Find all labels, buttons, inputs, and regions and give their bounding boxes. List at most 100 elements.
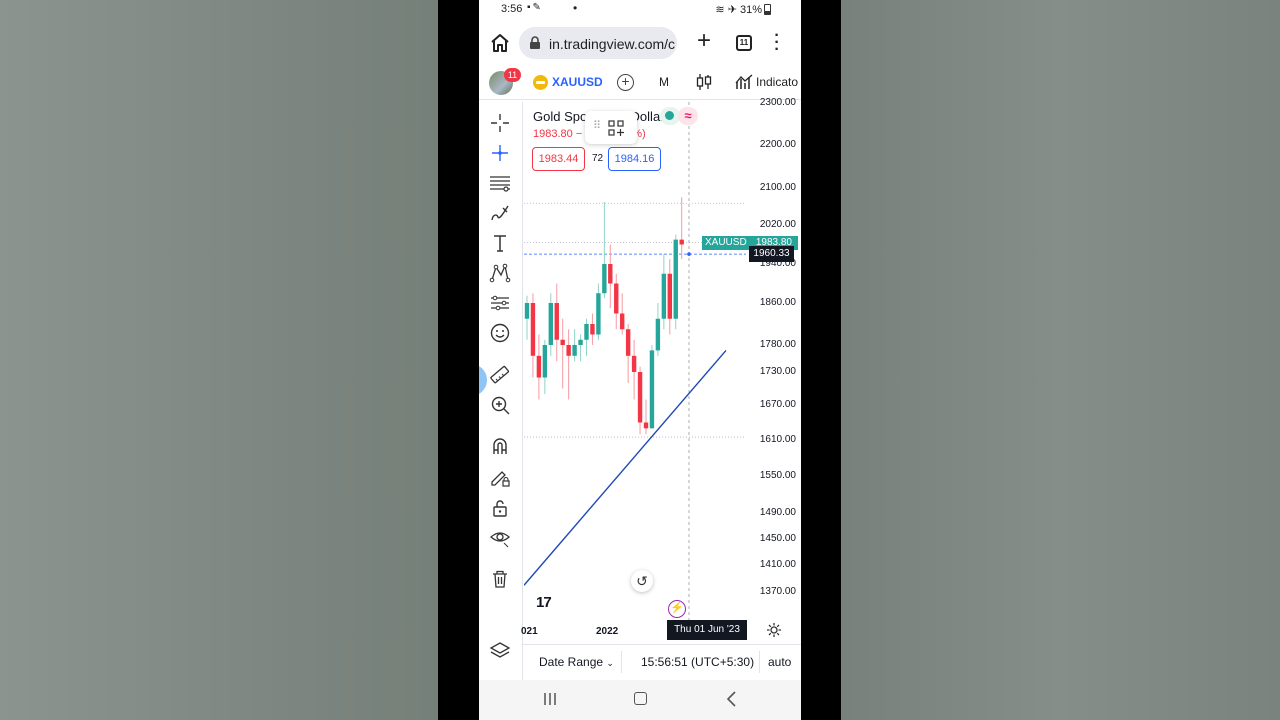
lock-drawings-tool[interactable]: [489, 497, 511, 519]
status-right: ≋ ✈ 31%: [715, 3, 771, 16]
candles-chart-type-icon[interactable]: [696, 73, 712, 91]
lightning-icon[interactable]: ⚡: [668, 600, 686, 618]
layers-icon: [489, 642, 511, 658]
crosshair-icon: [491, 114, 509, 132]
home-nav-button[interactable]: [634, 692, 647, 705]
back-button[interactable]: [725, 691, 739, 707]
add-widget-icon[interactable]: [607, 119, 625, 137]
tab-switcher-button[interactable]: 11: [736, 35, 752, 51]
status-bar: 3:56 ▪✎ • ≋ ✈ 31%: [479, 0, 801, 20]
sell-button[interactable]: 1983.44: [532, 147, 585, 171]
reset-icon: ↺: [636, 573, 648, 589]
compare-symbol-button[interactable]: +: [617, 74, 634, 91]
browser-menu-button[interactable]: · · ·: [769, 28, 785, 58]
bottom-toolbar: Date Range ⌄ 15:56:51 (UTC+5:30) auto: [523, 644, 801, 678]
hide-drawings-tool[interactable]: [489, 526, 511, 548]
reset-chart-button[interactable]: ↺: [631, 570, 653, 592]
price-axis-label: 1410.00: [759, 559, 796, 570]
trend-line: [524, 349, 727, 586]
indicators-icon[interactable]: [735, 73, 753, 91]
divider: [621, 651, 622, 673]
buy-button[interactable]: 1984.16: [608, 147, 661, 171]
wifi-icon: ≋: [715, 4, 725, 16]
browser-toolbar: in.tradingview.com/c + 11 · · ·: [479, 22, 801, 66]
letterbox-left: [438, 0, 479, 720]
candle-body: [524, 303, 530, 319]
smiley-icon: [490, 323, 510, 343]
prediction-tools[interactable]: [489, 292, 511, 314]
gear-icon[interactable]: [766, 622, 782, 638]
magnet-tool[interactable]: [489, 435, 511, 457]
new-tab-button[interactable]: +: [693, 29, 715, 53]
auto-scale-button[interactable]: auto: [768, 655, 791, 669]
address-bar[interactable]: in.tradingview.com/c: [519, 27, 677, 59]
zoom-tool[interactable]: [489, 394, 511, 416]
candle-body: [679, 239, 684, 245]
brush-tools[interactable]: [489, 202, 511, 224]
measure-tool[interactable]: [489, 364, 511, 386]
tradingview-logo[interactable]: 17: [536, 594, 552, 611]
candle-body: [590, 324, 595, 335]
crosshair-active-icon: [492, 145, 508, 161]
pencil-lock-icon: [491, 471, 510, 487]
indicators-button[interactable]: Indicato: [756, 75, 798, 89]
market-open-icon[interactable]: [660, 107, 680, 125]
horizontal-lines-icon: [490, 176, 510, 192]
trend-line-tools[interactable]: [489, 172, 511, 194]
candle-body: [655, 318, 661, 351]
android-nav-bar: [479, 680, 801, 720]
candle-body: [554, 303, 559, 340]
time-axis-label: 021: [521, 626, 538, 637]
plus-circle-icon: +: [621, 73, 630, 89]
candle-body: [614, 283, 619, 314]
toolbar-collapse-handle[interactable]: [479, 364, 487, 396]
recent-apps-button[interactable]: [543, 692, 557, 706]
trash-icon: [493, 570, 507, 588]
date-range-button[interactable]: Date Range ⌄: [539, 655, 614, 669]
candle-body: [667, 273, 672, 319]
object-tree-tool[interactable]: [489, 640, 511, 662]
pattern-icon: [489, 263, 511, 283]
candle-body: [584, 324, 589, 340]
price-axis-label: 1860.00: [759, 297, 796, 308]
pattern-tools[interactable]: [489, 262, 511, 284]
gold-symbol-icon: [533, 75, 548, 90]
lock-icon: [530, 36, 540, 49]
home-button[interactable]: [489, 32, 511, 54]
drag-handle-icon[interactable]: ⠿: [593, 119, 601, 132]
price-axis-label: 1670.00: [759, 399, 796, 410]
dot-cursor-tool[interactable]: [489, 142, 511, 164]
interval-button[interactable]: M: [659, 75, 669, 89]
crosshair-point: [687, 252, 691, 256]
symbol-search-button[interactable]: XAUUSD: [552, 75, 603, 89]
candle-body: [637, 372, 643, 423]
video-background-left: [0, 0, 438, 720]
candle-body: [625, 329, 631, 356]
floating-chart-menu[interactable]: ⠿: [585, 111, 637, 144]
emoji-tool[interactable]: [489, 322, 511, 344]
candle-body: [578, 339, 583, 345]
cross-cursor-tool[interactable]: [489, 112, 511, 134]
stay-drawing-tool[interactable]: [489, 466, 511, 488]
crosshair-price-tag: 1960.33: [749, 246, 794, 262]
timezone-button[interactable]: 15:56:51 (UTC+5:30): [641, 655, 754, 669]
letterbox-right: [801, 0, 841, 720]
data-delay-icon[interactable]: ≈: [678, 107, 698, 125]
candle-body: [566, 345, 571, 356]
eye-icon: [490, 532, 510, 548]
chart-pane[interactable]: Gold Spot / U.S. Dollar 1983.80 −%) ⠿ ≈ …: [521, 97, 801, 640]
chevron-down-icon: ⌄: [606, 658, 614, 668]
spread-value: 72: [592, 153, 604, 164]
last-price-symbol: XAUUSD: [705, 237, 747, 248]
text-icon: [494, 235, 506, 252]
candle-body: [530, 303, 536, 356]
drawing-toolbar: [479, 102, 523, 680]
price-axis-label: 1370.00: [759, 586, 796, 597]
price-axis-label: 1450.00: [759, 533, 796, 544]
remove-drawings-tool[interactable]: [489, 568, 511, 590]
price-axis-label: 1490.00: [759, 507, 796, 518]
text-tool[interactable]: [489, 232, 511, 254]
video-background-right: [841, 0, 1280, 720]
candle-body: [608, 264, 613, 284]
crosshair-date-tag: Thu 01 Jun '23: [667, 620, 747, 640]
